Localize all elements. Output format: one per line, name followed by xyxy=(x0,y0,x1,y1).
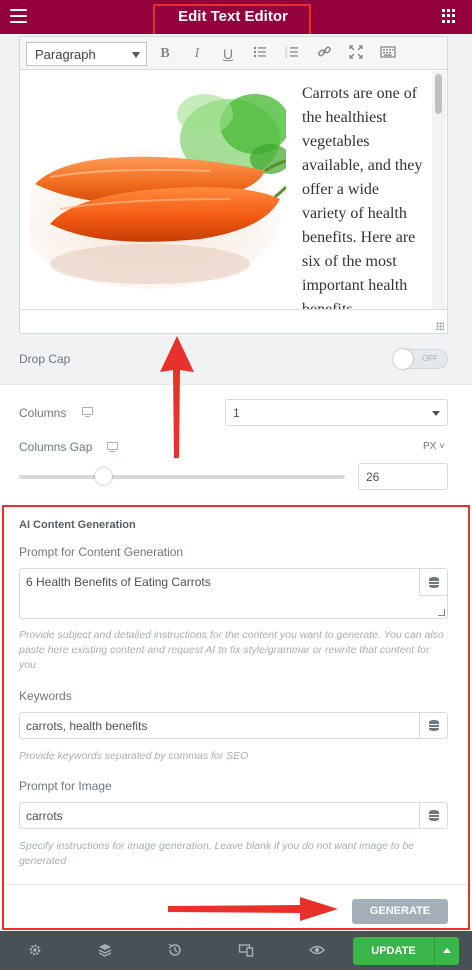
bulleted-list-icon[interactable] xyxy=(250,44,270,64)
numbered-list-icon[interactable]: 123 xyxy=(282,44,302,64)
prompt-label: Prompt for Content Generation xyxy=(19,545,184,559)
history-icon[interactable] xyxy=(167,942,183,958)
prompt-help-text: Provide subject and detailed instruction… xyxy=(19,629,444,671)
layers-icon[interactable] xyxy=(97,942,113,958)
columns-label: Columns xyxy=(19,406,67,420)
format-select-value: Paragraph xyxy=(35,47,96,62)
editor-scrollbar[interactable] xyxy=(432,71,446,310)
database-icon xyxy=(428,576,439,588)
desktop-icon[interactable] xyxy=(82,407,93,417)
toggle-knob xyxy=(393,349,413,369)
link-icon[interactable] xyxy=(314,44,334,64)
responsive-icon[interactable] xyxy=(238,942,254,958)
keywords-help-text: Provide keywords separated by commas for… xyxy=(19,750,249,762)
toggle-state-text: OFF xyxy=(422,354,438,363)
gear-icon[interactable] xyxy=(27,942,43,958)
keyboard-icon[interactable] xyxy=(378,44,398,64)
svg-text:3: 3 xyxy=(285,54,288,59)
chevron-down-icon xyxy=(432,411,440,416)
editor-toolbar: Paragraph B I U 123 xyxy=(20,37,447,70)
format-select[interactable]: Paragraph xyxy=(26,42,147,66)
text-editor[interactable]: Paragraph B I U 123 Carrots are one of t… xyxy=(19,36,448,334)
section-divider xyxy=(0,384,472,385)
columns-select[interactable]: 1 xyxy=(225,399,448,426)
resize-handle-icon[interactable] xyxy=(436,322,444,330)
columns-gap-slider[interactable] xyxy=(19,475,345,479)
section-divider xyxy=(4,884,468,885)
dynamic-tags-button[interactable] xyxy=(419,713,447,738)
dynamic-tags-button[interactable] xyxy=(419,569,447,596)
dynamic-tags-button[interactable] xyxy=(419,803,447,828)
editor-paragraph: Carrots are one of the healthiest vegeta… xyxy=(302,85,423,310)
carrot-image xyxy=(30,89,286,310)
slider-handle[interactable] xyxy=(95,468,113,485)
italic-icon[interactable]: I xyxy=(187,44,207,64)
resize-handle-icon[interactable] xyxy=(438,609,445,616)
keywords-value: carrots, health benefits xyxy=(26,719,148,733)
desktop-icon[interactable] xyxy=(107,442,118,452)
update-button[interactable]: UPDATE xyxy=(353,937,434,965)
chevron-down-icon xyxy=(132,52,140,58)
drop-cap-label: Drop Cap xyxy=(19,352,71,366)
prompt-textarea[interactable]: 6 Health Benefits of Eating Carrots xyxy=(19,568,448,619)
title-highlight-box xyxy=(153,4,311,38)
columns-select-value: 1 xyxy=(233,406,240,420)
underline-icon[interactable]: U xyxy=(218,44,238,64)
editor-content[interactable]: Carrots are one of the healthiest vegeta… xyxy=(20,71,432,310)
image-prompt-label: Prompt for Image xyxy=(19,779,112,793)
unit-label: PX xyxy=(423,441,437,452)
keywords-label: Keywords xyxy=(19,689,72,703)
generate-button[interactable]: GENERATE xyxy=(352,899,448,924)
columns-gap-label: Columns Gap xyxy=(19,440,93,454)
fullscreen-icon[interactable] xyxy=(346,44,366,64)
database-icon xyxy=(428,810,439,821)
ai-section-title: AI Content Generation xyxy=(19,519,136,531)
prompt-value: 6 Health Benefits of Eating Carrots xyxy=(26,575,211,589)
update-options-button[interactable] xyxy=(434,937,459,965)
database-icon xyxy=(428,720,439,731)
unit-select[interactable]: PX ˅ xyxy=(423,441,445,452)
widgets-grid-icon[interactable] xyxy=(442,9,456,23)
image-prompt-input[interactable]: carrots xyxy=(19,802,448,829)
drop-cap-toggle[interactable]: OFF xyxy=(393,349,448,369)
image-help-text: Specify instructions for image generatio… xyxy=(19,840,415,867)
keywords-input[interactable]: carrots, health benefits xyxy=(19,712,448,739)
columns-gap-input[interactable]: 26 xyxy=(358,463,448,490)
eye-icon[interactable] xyxy=(309,942,325,958)
menu-icon[interactable] xyxy=(10,9,27,23)
image-prompt-value: carrots xyxy=(26,809,63,823)
bold-icon[interactable]: B xyxy=(155,44,175,64)
editor-statusbar xyxy=(20,309,447,333)
